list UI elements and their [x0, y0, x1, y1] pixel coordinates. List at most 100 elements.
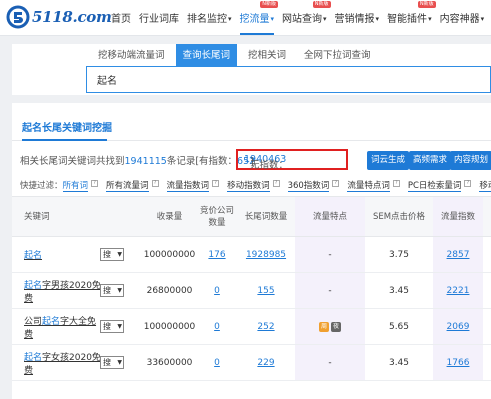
bidding-link[interactable]: 176: [208, 250, 225, 260]
summary-prefix: 相关长尾词关键词共找到: [20, 156, 125, 167]
content-plan-button[interactable]: 内容规划: [450, 151, 491, 170]
help-icon[interactable]: ?: [332, 180, 340, 187]
summary-mid: 条记录[有指数：: [166, 156, 238, 167]
bidding-cell: 0: [197, 345, 237, 380]
longtail-link[interactable]: 252: [257, 322, 274, 332]
search-panel: 挖移动端流量词 查询长尾词 挖相关词 全网下拉词查询: [12, 44, 491, 95]
main-nav: 首页 行业词库 排名监控▾ 挖流量▾ N新版 网站查询▾ N新版 营销情报▾ 智能插件▾ N新版内…: [111, 1, 491, 35]
quick-filter-0[interactable]: 所有词: [62, 179, 89, 192]
nav-item-6[interactable]: 智能插件▾ N新版: [387, 1, 436, 25]
table-row: 起名搜 ▼ 100000000 176 1928985-3.75 2857: [12, 237, 491, 273]
help-icon[interactable]: ?: [212, 180, 220, 187]
longtail-link[interactable]: 1928985: [246, 250, 286, 260]
th-bidding[interactable]: 竞价公司数量: [197, 197, 237, 236]
th-sem[interactable]: SEM点击价格: [365, 197, 433, 236]
index-link[interactable]: 2069: [447, 322, 470, 332]
nav-item-3[interactable]: 挖流量▾ N新版: [239, 1, 279, 35]
th-indexed[interactable]: 收录量: [142, 197, 197, 236]
index-link[interactable]: 2221: [447, 286, 470, 296]
nav-item-5[interactable]: 营销情报▾: [335, 10, 380, 25]
nav-item-2[interactable]: 排名监控▾: [187, 10, 232, 25]
quick-filter-7[interactable]: 移动日检: [479, 179, 491, 192]
feature-cell: -: [295, 345, 365, 380]
quick-filter-5[interactable]: 流量特点词: [347, 179, 390, 192]
keyword-highlight: 起名: [24, 352, 43, 363]
help-icon[interactable]: ?: [392, 180, 400, 187]
select-label: 搜: [103, 358, 111, 367]
quick-filter-label: 快捷过滤：: [20, 181, 63, 191]
longtail-cell: 1928985: [237, 237, 295, 272]
bidding-cell: 0: [197, 273, 237, 308]
tab-dropdown[interactable]: 全网下拉词查询: [297, 44, 378, 66]
index-cell: 1766: [433, 345, 483, 380]
index-link[interactable]: 1766: [447, 358, 470, 368]
nav-label: 行业词库: [139, 14, 179, 25]
select-label: 搜: [103, 286, 111, 295]
summary-suffix: ]: [250, 157, 254, 168]
nav-item-7[interactable]: 内容神器▾: [440, 10, 485, 25]
longtail-link[interactable]: 229: [257, 358, 274, 368]
keyword-link[interactable]: 公司起名字大全免费: [24, 314, 102, 340]
no-index-label: 无指数：: [250, 160, 289, 171]
word-cloud-button[interactable]: 词云生成: [367, 151, 410, 170]
high-demand-button[interactable]: 高频需求: [409, 151, 452, 170]
search-engine-select[interactable]: 搜 ▼: [100, 248, 124, 261]
search-engine-select[interactable]: 搜 ▼: [100, 284, 124, 297]
summary-total: 1941115: [124, 156, 167, 167]
feature-value: -: [328, 249, 332, 260]
longtail-cell: 229: [237, 345, 295, 380]
quick-filter-6[interactable]: PC日检索量词: [407, 179, 462, 192]
index-link[interactable]: 2857: [447, 250, 470, 260]
logo-text: 5118.com: [32, 8, 112, 26]
index-cell: 2069: [433, 309, 483, 344]
overflow-cell: [483, 237, 491, 272]
brand-logo[interactable]: 5118.com: [6, 5, 112, 29]
new-badge: N新版: [312, 1, 331, 8]
indexed-cell: 100000000: [143, 249, 196, 260]
select-label: 搜: [103, 322, 111, 331]
chevron-down-icon: ▾: [270, 15, 275, 23]
tab-related[interactable]: 挖相关词: [241, 44, 293, 66]
quick-filter-3[interactable]: 移动指数词: [227, 179, 270, 192]
search-engine-select[interactable]: 搜 ▼: [100, 320, 124, 333]
index-cell: 2221: [433, 273, 483, 308]
indexed-cell: 100000000: [143, 321, 196, 332]
keyword-link[interactable]: 起名字女孩2020免费: [24, 350, 102, 376]
no-index-highlight: 无指数： 1940463]: [236, 149, 348, 171]
search-input[interactable]: [87, 67, 490, 92]
bidding-link[interactable]: 0: [214, 286, 220, 296]
results-summary: 相关长尾词关键词共找到1941115条记录[有指数：652: [20, 153, 255, 167]
section-underline: [22, 139, 107, 141]
help-icon[interactable]: ?: [91, 180, 99, 187]
longtail-link[interactable]: 155: [257, 286, 274, 296]
tab-mobile-traffic[interactable]: 挖移动端流量词: [91, 44, 172, 66]
help-icon[interactable]: ?: [464, 180, 472, 187]
feature-icon: 周: [319, 321, 329, 332]
quick-filter-2[interactable]: 流量指数词: [166, 179, 210, 192]
keyword-link[interactable]: 起名: [24, 248, 42, 261]
bidding-link[interactable]: 0: [214, 322, 220, 332]
bidding-cell: 176: [197, 237, 237, 272]
search-engine-select[interactable]: 搜 ▼: [100, 356, 124, 369]
keyword-link[interactable]: 起名字男孩2020免费: [24, 278, 102, 304]
results-panel: 起名长尾关键词挖掘 相关长尾词关键词共找到1941115条记录[有指数：652 …: [12, 103, 491, 399]
th-index[interactable]: 流量指数: [433, 197, 483, 236]
keyword-cell: 起名字女孩2020免费: [12, 345, 102, 380]
section-title: 起名长尾关键词挖掘: [22, 123, 112, 134]
quick-filter-4[interactable]: 360指数词: [287, 179, 330, 192]
help-icon[interactable]: ?: [151, 180, 159, 187]
help-icon[interactable]: ?: [272, 180, 280, 187]
nav-item-0[interactable]: 首页: [111, 10, 131, 25]
bidding-link[interactable]: 0: [214, 358, 220, 368]
chevron-down-icon: ▾: [228, 15, 232, 23]
sem-cell: 3.45: [388, 357, 410, 368]
nav-item-4[interactable]: 网站查询▾ N新版: [282, 1, 331, 25]
search-engine-cell: 搜 ▼: [100, 309, 142, 344]
feature-value: -: [328, 357, 332, 368]
logo-icon: [6, 5, 30, 29]
tab-longtail[interactable]: 查询长尾词: [175, 44, 238, 66]
th-longtail[interactable]: 长尾词数量: [237, 197, 295, 236]
quick-filter-1[interactable]: 所有流量词: [106, 179, 149, 192]
keyword-table: 关键词 收录量 竞价公司数量 长尾词数量 流量特点 SEM点击价格 流量指数 起…: [12, 196, 491, 381]
nav-item-1[interactable]: 行业词库: [139, 10, 179, 25]
